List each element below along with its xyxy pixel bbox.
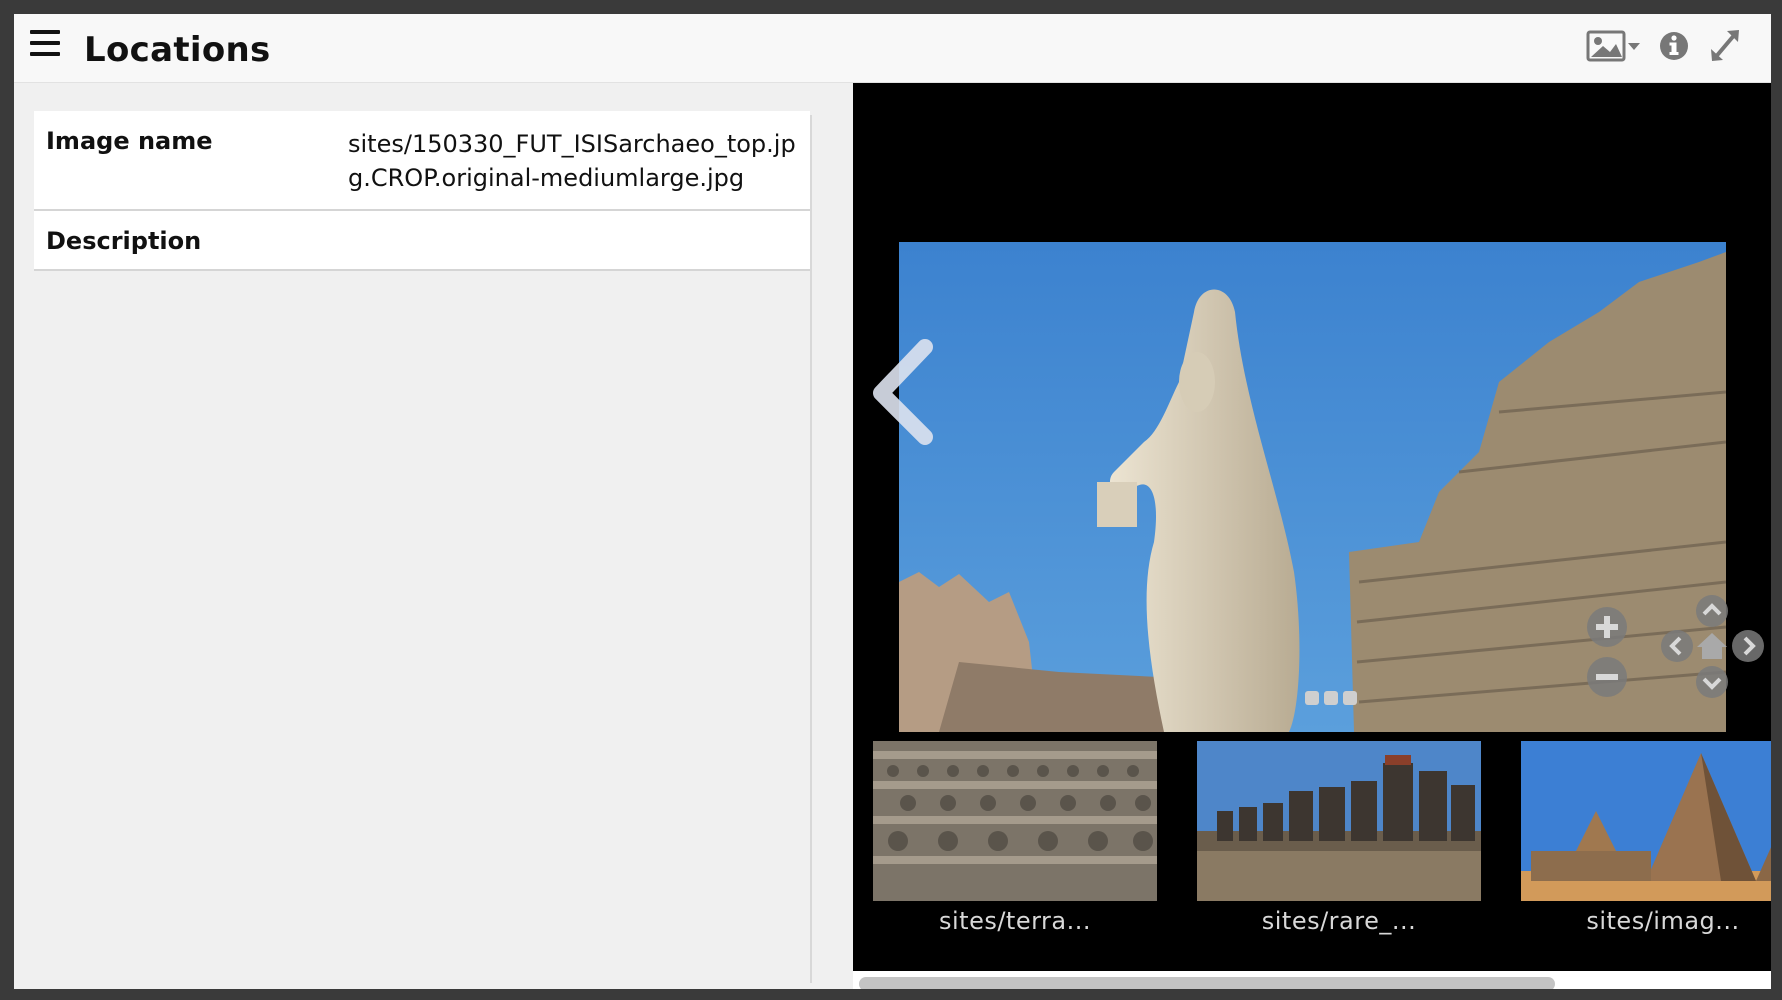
page-title: Locations (84, 30, 271, 70)
app-header: Locations (14, 14, 1771, 83)
panel-divider (810, 115, 812, 983)
pan-left-icon[interactable] (1659, 628, 1695, 664)
pan-down-icon[interactable] (1694, 664, 1730, 700)
slide-dot[interactable] (1305, 691, 1319, 705)
zoom-out-icon[interactable] (1585, 655, 1629, 699)
slide-indicator (1305, 690, 1362, 706)
expand-icon[interactable] (1707, 26, 1743, 66)
image-icon[interactable] (1585, 26, 1641, 66)
property-key: Image name (46, 127, 213, 155)
menu-icon[interactable] (30, 30, 60, 56)
pan-right-icon[interactable] (1730, 628, 1766, 664)
properties-table: Image name sites/150330_FUT_ISISarchaeo_… (34, 111, 810, 271)
property-value (348, 210, 810, 270)
zoom-in-icon[interactable] (1585, 605, 1629, 649)
thumbnail-image[interactable] (873, 741, 1157, 901)
scrollbar-thumb[interactable] (859, 977, 1555, 989)
pan-up-icon[interactable] (1694, 593, 1730, 629)
thumbnail-image[interactable] (1521, 741, 1771, 901)
thumbnail-label: sites/rare_... (1261, 907, 1417, 935)
slide-dot[interactable] (1324, 691, 1338, 705)
horizontal-scrollbar[interactable] (853, 971, 1771, 989)
thumbnail-item[interactable]: sites/imag... (1521, 741, 1771, 935)
thumbnail-item[interactable]: sites/rare_... (1197, 741, 1481, 935)
thumbnail-strip: sites/terra... sites/rare_... sites/imag… (853, 733, 1771, 971)
header-toolbar (1585, 26, 1745, 66)
property-value: sites/150330_FUT_ISISarchaeo_top.jpg.CRO… (348, 130, 796, 192)
info-icon[interactable] (1657, 26, 1693, 66)
slide-dot[interactable] (1343, 691, 1357, 705)
property-key: Description (46, 227, 202, 255)
property-row-description: Description (34, 210, 810, 270)
properties-panel: Image name sites/150330_FUT_ISISarchaeo_… (14, 83, 853, 989)
thumbnail-item[interactable]: sites/terra... (873, 741, 1157, 935)
thumbnail-label: sites/terra... (938, 907, 1092, 935)
chevron-left-icon[interactable] (869, 337, 939, 447)
property-row-image-name: Image name sites/150330_FUT_ISISarchaeo_… (34, 111, 810, 210)
thumbnail-label: sites/imag... (1586, 907, 1740, 935)
image-viewer: sites/terra... sites/rare_... sites/imag… (853, 83, 1771, 971)
home-icon[interactable] (1694, 628, 1730, 664)
app-window: Locations Image name sites/150330_FUT_IS… (14, 14, 1771, 989)
thumbnail-image[interactable] (1197, 741, 1481, 901)
